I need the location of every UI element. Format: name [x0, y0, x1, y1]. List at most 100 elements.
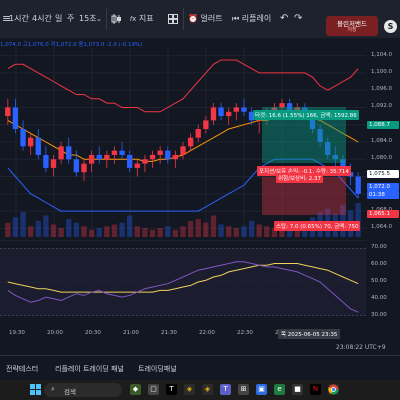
oscillator-axis-label: 60.00	[371, 261, 387, 268]
taskbar-search-box[interactable]: ⌕ 검색	[44, 383, 122, 397]
candle-body	[142, 159, 148, 164]
volume-bar	[43, 215, 49, 237]
countdown-tag: 01:38	[367, 191, 399, 199]
volume-bar	[142, 228, 148, 237]
candle-body	[157, 150, 163, 155]
volume-bar	[165, 226, 171, 237]
chevron-down-icon[interactable]: ⌄	[96, 0, 102, 38]
candle-body	[218, 107, 224, 117]
candle-body	[111, 150, 118, 155]
alert-button[interactable]: ⏰ 얼러트	[188, 0, 223, 38]
windows-taskbar: ⌕ 검색 ◆ ▢ T ◈ ◈ T ⊞ ▣ e ■ N	[0, 380, 400, 400]
interval-selector[interactable]: 15초	[79, 0, 97, 38]
volume-bar	[256, 224, 262, 237]
interval-day[interactable]: 일	[55, 0, 62, 38]
binance-alt-icon[interactable]: ◈	[202, 384, 213, 395]
replay-button[interactable]: ⏮ 리플레이	[232, 0, 271, 38]
redo-icon[interactable]: ↷	[294, 0, 302, 38]
store-icon[interactable]: ⊞	[238, 384, 249, 395]
binance-icon[interactable]: ◈	[184, 384, 195, 395]
volume-bar	[66, 219, 72, 237]
price-axis-label: 1,096.0	[371, 86, 392, 93]
volume-bar	[233, 228, 239, 237]
price-axis-label: 1,092.0	[371, 103, 392, 110]
layout-save-button[interactable]: 볼린저밴드 저장	[326, 16, 378, 36]
replay-label: 리플레이	[241, 14, 272, 23]
volume-bar	[27, 226, 34, 237]
time-axis-label: 22:30	[237, 330, 253, 336]
candle-body	[195, 129, 201, 138]
candle-body	[88, 154, 95, 164]
toolbar-divider	[183, 8, 184, 30]
tab-trading-panel[interactable]: 트레이딩패널	[138, 364, 177, 374]
indicator-label: 지표	[138, 14, 154, 23]
interval-1h[interactable]: 1시간	[9, 0, 29, 38]
price-axis-label: 1,084.0	[371, 138, 392, 144]
candle-body	[355, 176, 361, 194]
photos-icon[interactable]: ▣	[256, 384, 267, 395]
task-view-icon[interactable]: ▢	[148, 384, 159, 395]
candle-body	[134, 163, 140, 168]
clock-label[interactable]: 23:08:22 UTC+9	[336, 344, 386, 351]
volume-bar	[180, 226, 186, 237]
teams-icon[interactable]: T	[220, 384, 231, 395]
chrome-icon[interactable]	[328, 384, 339, 395]
candle-body	[203, 120, 209, 130]
candle-body	[165, 150, 171, 160]
netflix-icon[interactable]: N	[310, 384, 321, 395]
last-price-tag: 1,072.0	[367, 183, 399, 191]
candle-body	[50, 159, 57, 168]
upper-band-line	[7, 59, 359, 113]
volume-bar	[88, 229, 95, 237]
target-price-tag: 1,088.7	[367, 121, 399, 129]
top-toolbar: ≡ 1시간 4시간 일 주 15초 ⌄ 𝑓x 지표 ⏰ 얼러트 ⏮ 리플레이 ↶…	[0, 0, 400, 38]
interval-4h[interactable]: 4시간	[32, 0, 52, 38]
volume-bar	[203, 222, 209, 237]
candle-body	[180, 146, 186, 155]
candle-body	[43, 154, 49, 168]
volume-bar	[12, 217, 19, 237]
volume-bar	[195, 219, 201, 237]
undo-icon[interactable]: ↶	[280, 0, 288, 38]
tradingview-icon[interactable]: T	[166, 384, 177, 395]
candle-body	[104, 154, 110, 160]
candle-body	[233, 107, 239, 112]
tab-replay-trading[interactable]: 리플레이 트레이딩 패널	[55, 364, 124, 374]
volume-bar	[119, 222, 125, 237]
profile-avatar[interactable]: S	[384, 20, 397, 33]
indicator-button[interactable]: 𝑓x 지표	[130, 0, 154, 38]
candles-icon[interactable]	[110, 0, 122, 38]
edge-icon[interactable]: e	[274, 384, 285, 395]
grid-icon[interactable]	[168, 0, 178, 38]
candle-body	[27, 137, 34, 147]
volume-bar	[50, 224, 57, 237]
app-icon[interactable]: ■	[292, 384, 303, 395]
price-axis-label: 1,080.0	[371, 155, 392, 162]
indicator-icon: 𝑓x	[130, 15, 137, 23]
candle-body	[66, 146, 72, 160]
windows-start-icon[interactable]	[30, 384, 41, 395]
oscillator-axis-label: 40.00	[371, 294, 387, 301]
time-axis-label: 20:30	[85, 330, 101, 336]
interval-week[interactable]: 주	[67, 0, 74, 38]
oscillator-axis-label: 70.00	[371, 244, 387, 251]
game-icon[interactable]: ◆	[130, 384, 141, 395]
volume-bar	[248, 220, 255, 237]
price-axis-label: 1,104.0	[371, 51, 392, 58]
volume-bar	[73, 222, 80, 237]
candle-body	[172, 154, 179, 160]
oscillator-chart[interactable]	[0, 240, 366, 324]
tab-strategy-tester[interactable]: 전략테스터	[6, 364, 38, 374]
volume-bar	[264, 226, 270, 237]
volume-bar	[58, 228, 64, 237]
risk-reward-label: 위험/보상비: 2.37	[276, 173, 324, 183]
volume-bar	[226, 226, 232, 237]
time-axis-label: 21:00	[123, 330, 139, 336]
volume-bar	[149, 229, 156, 237]
candle-body	[73, 159, 80, 173]
stop-label: 스탑: 7.0 (0.65%) 70, 금액: 750	[274, 221, 361, 231]
volume-bar	[111, 224, 118, 237]
alarm-clock-icon: ⏰	[188, 14, 198, 23]
volume-bar	[134, 226, 140, 237]
oscillator-axis-label: 50.00	[371, 278, 387, 284]
